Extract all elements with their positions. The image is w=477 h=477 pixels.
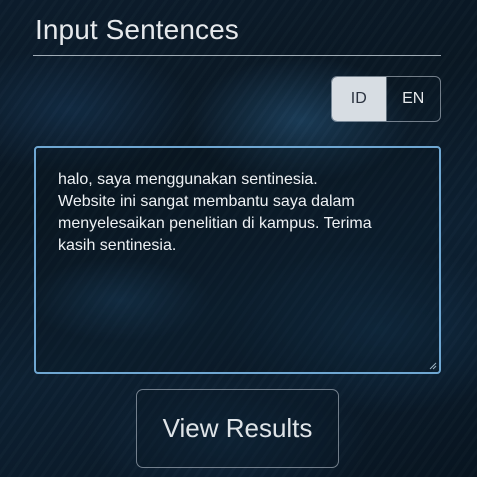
resize-handle-icon[interactable] xyxy=(429,362,437,370)
language-id-button[interactable]: ID xyxy=(332,77,386,121)
title-divider xyxy=(33,55,441,56)
language-en-button[interactable]: EN xyxy=(385,77,441,121)
page-title: Input Sentences xyxy=(35,14,239,45)
sentence-input[interactable]: halo, saya menggunakan sentinesia. Websi… xyxy=(34,146,441,374)
view-results-button[interactable]: View Results xyxy=(136,389,339,468)
language-toggle: ID EN xyxy=(331,76,441,122)
sentence-input-text: halo, saya menggunakan sentinesia. Websi… xyxy=(58,171,372,254)
